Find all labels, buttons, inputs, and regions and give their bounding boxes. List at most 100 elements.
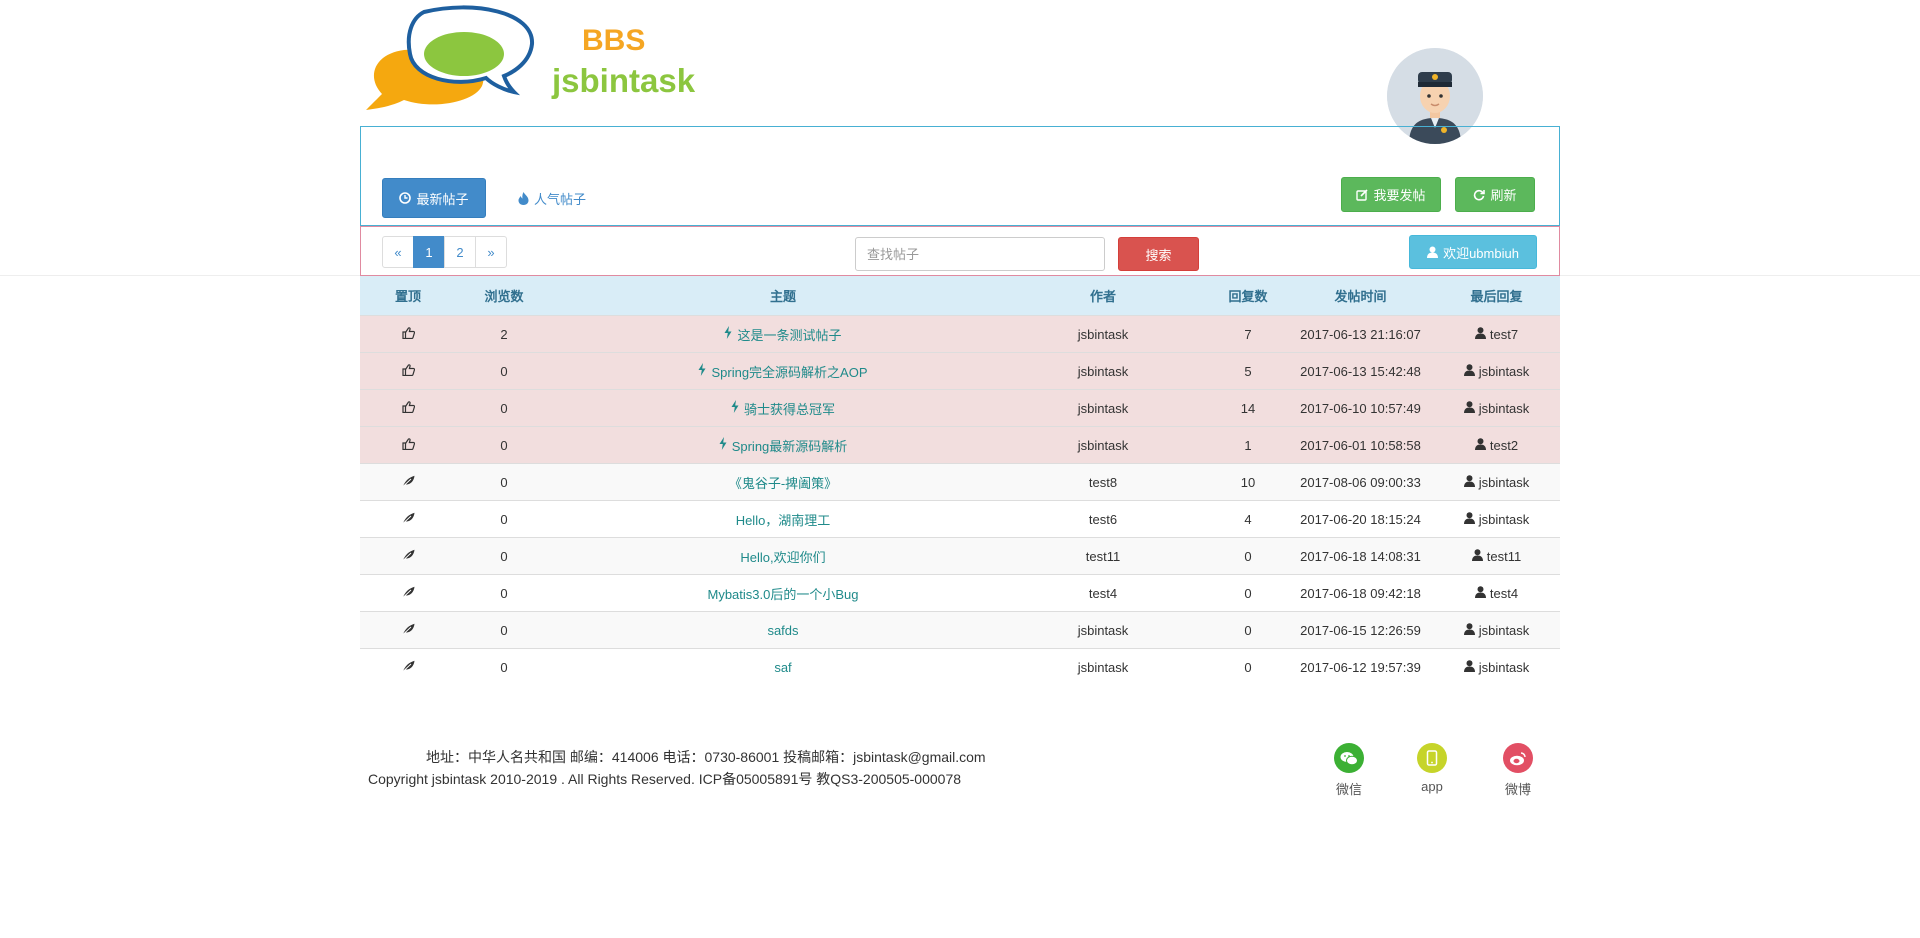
last-reply-cell: jsbintask <box>1433 463 1560 501</box>
col-header-author: 作者 <box>1014 276 1192 316</box>
replies-cell: 1 <box>1208 426 1288 464</box>
last-reply-cell: test4 <box>1433 574 1560 612</box>
author-cell: jsbintask <box>1014 426 1192 464</box>
post-title-link[interactable]: Hello，湖南理工 <box>736 510 831 529</box>
last-reply-user[interactable]: test11 <box>1471 549 1521 564</box>
last-reply-user[interactable]: test2 <box>1474 438 1518 453</box>
page-1[interactable]: 1 <box>413 236 445 268</box>
post-title-link[interactable]: saf <box>774 660 791 675</box>
social-wechat[interactable]: 微信 <box>1321 743 1377 798</box>
table-row[interactable]: 0 saf jsbintask 0 2017-06-12 19:57:39 jsbinta… <box>360 648 1560 685</box>
post-title-link[interactable]: 这是一条测试帖子 <box>724 325 842 344</box>
time-cell: 2017-06-13 15:42:48 <box>1288 352 1433 390</box>
table-row[interactable]: 0 Mybatis3.0后的一个小Bug test4 0 2017-06-18 09:4… <box>360 574 1560 612</box>
social-weibo-label: 微博 <box>1504 782 1531 797</box>
views-cell: 0 <box>456 463 552 501</box>
social-wechat-label: 微信 <box>1335 782 1362 797</box>
col-header-pinned: 置顶 <box>360 276 456 316</box>
time-cell: 2017-06-13 21:16:07 <box>1288 315 1433 353</box>
replies-cell: 7 <box>1208 315 1288 353</box>
pinned-cell <box>360 389 456 427</box>
social-app[interactable]: app <box>1404 743 1460 794</box>
pinned-cell <box>360 352 456 390</box>
post-title: 这是一条测试帖子 <box>737 327 842 343</box>
title-cell: Spring完全源码解析之AOP <box>552 352 1014 390</box>
spacer-cell <box>1192 500 1208 538</box>
nav-panel: 最新帖子 人气帖子 我要发帖 刷新 <box>360 126 1560 226</box>
replies-cell: 10 <box>1208 463 1288 501</box>
last-reply-name: jsbintask <box>1478 474 1530 490</box>
last-reply-cell: jsbintask <box>1433 352 1560 390</box>
last-reply-user[interactable]: test7 <box>1474 326 1518 342</box>
last-reply-user[interactable]: jsbintask <box>1463 401 1529 416</box>
table-row[interactable]: 0 《鬼谷子-捭阖策》 test8 10 2017-08-06 09:00:33 jsbi… <box>360 463 1560 501</box>
post-title: 《鬼谷子-捭阖策》 <box>728 475 838 491</box>
posts-body: 2 这是一条测试帖子 jsbintask 7 2017-06-13 21:16:07 te… <box>360 315 1560 685</box>
welcome-label: 欢迎ubmbiuh <box>1443 245 1519 261</box>
fire-icon <box>518 192 529 205</box>
time-cell: 2017-06-18 09:42:18 <box>1288 574 1433 612</box>
post-title-link[interactable]: Spring最新源码解析 <box>719 436 847 455</box>
col-header-views: 浏览数 <box>456 276 552 316</box>
last-reply-user[interactable]: jsbintask <box>1463 659 1530 675</box>
page-next[interactable]: » <box>475 236 507 268</box>
table-row[interactable]: 0 Spring完全源码解析之AOP jsbintask 5 2017-06-13 15… <box>360 352 1560 390</box>
post-title: Spring完全源码解析之AOP <box>711 364 868 380</box>
author-cell: jsbintask <box>1014 352 1192 390</box>
table-row[interactable]: 2 这是一条测试帖子 jsbintask 7 2017-06-13 21:16:07 te… <box>360 315 1560 353</box>
post-title-link[interactable]: safds <box>767 623 798 638</box>
table-row[interactable]: 0 safds jsbintask 0 2017-06-15 12:26:59 jsbin… <box>360 611 1560 649</box>
post-title-link[interactable]: 骑士获得总冠军 <box>731 399 835 418</box>
toolbar-panel: « 1 2 » 搜索 欢迎ubmbiuh <box>360 226 1560 276</box>
table-row[interactable]: 0 Hello,欢迎你们 test11 0 2017-06-18 14:08:31 tes… <box>360 537 1560 575</box>
page-prev[interactable]: « <box>382 236 414 268</box>
welcome-user-button[interactable]: 欢迎ubmbiuh <box>1409 235 1537 269</box>
user-icon <box>1474 585 1486 601</box>
post-title-link[interactable]: 《鬼谷子-捭阖策》 <box>729 473 837 492</box>
social-app-label: app <box>1421 779 1443 794</box>
time-cell: 2017-06-01 10:58:58 <box>1288 426 1433 464</box>
user-icon <box>1427 246 1439 258</box>
col-header-time: 发帖时间 <box>1288 276 1433 316</box>
user-icon <box>1474 326 1486 342</box>
time-cell: 2017-06-20 18:15:24 <box>1288 500 1433 538</box>
search-input[interactable] <box>855 237 1105 271</box>
title-cell: Spring最新源码解析 <box>552 426 1014 464</box>
edit-icon <box>1356 188 1369 201</box>
title-cell: safds <box>552 611 1014 649</box>
table-row[interactable]: 0 骑士获得总冠军 jsbintask 14 2017-06-10 10:57:49 js… <box>360 389 1560 427</box>
col-header-last-reply: 最后回复 <box>1433 276 1560 316</box>
post-title-link[interactable]: Hello,欢迎你们 <box>740 547 825 566</box>
tab-latest-posts[interactable]: 最新帖子 <box>382 178 486 218</box>
spacer-cell <box>1192 574 1208 612</box>
post-title-link[interactable]: Spring完全源码解析之AOP <box>698 362 868 381</box>
thumbs-up-icon <box>401 437 415 453</box>
last-reply-user[interactable]: jsbintask <box>1463 512 1529 527</box>
pinned-cell <box>360 574 456 612</box>
last-reply-user[interactable]: jsbintask <box>1463 623 1529 638</box>
refresh-label: 刷新 <box>1490 188 1517 203</box>
last-reply-user[interactable]: jsbintask <box>1463 364 1529 379</box>
author-cell: test8 <box>1014 463 1192 501</box>
last-reply-cell: test2 <box>1433 426 1560 464</box>
tab-hot-posts[interactable]: 人气帖子 <box>518 189 586 208</box>
site-logo[interactable]: BBS jsbintask <box>364 2 724 114</box>
spacer-cell <box>1192 648 1208 685</box>
social-weibo[interactable]: 微博 <box>1490 743 1546 798</box>
page-2[interactable]: 2 <box>444 236 476 268</box>
last-reply-cell: jsbintask <box>1433 500 1560 538</box>
spacer-cell <box>1192 537 1208 575</box>
post-title-link[interactable]: Mybatis3.0后的一个小Bug <box>708 584 859 603</box>
clock-icon <box>399 192 412 204</box>
views-cell: 0 <box>456 389 552 427</box>
last-reply-user[interactable]: test4 <box>1474 585 1518 601</box>
table-row[interactable]: 0 Hello，湖南理工 test6 4 2017-06-20 18:15:24 jsbi… <box>360 500 1560 538</box>
last-reply-name: jsbintask <box>1478 659 1530 675</box>
pinned-cell <box>360 611 456 649</box>
search-button[interactable]: 搜索 <box>1118 237 1199 271</box>
new-post-button[interactable]: 我要发帖 <box>1341 177 1441 212</box>
table-row[interactable]: 0 Spring最新源码解析 jsbintask 1 2017-06-01 10:58:… <box>360 426 1560 464</box>
refresh-button[interactable]: 刷新 <box>1455 177 1535 212</box>
mobile-icon <box>1417 743 1447 773</box>
last-reply-user[interactable]: jsbintask <box>1463 474 1530 490</box>
